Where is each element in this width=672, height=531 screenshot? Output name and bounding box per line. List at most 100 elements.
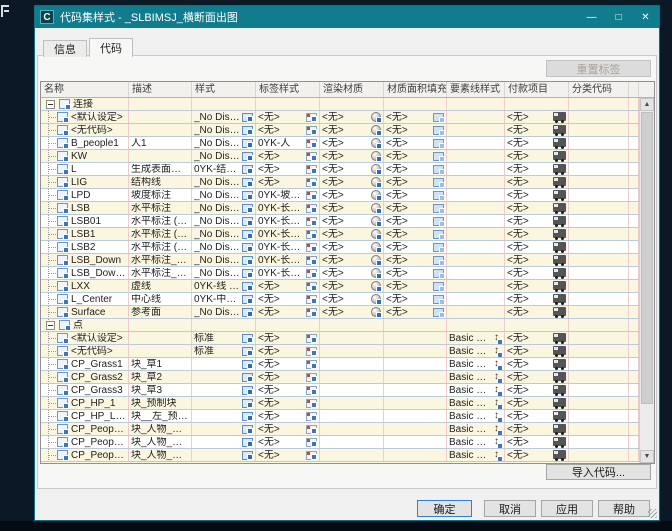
cell-material-fill[interactable] <box>384 397 447 409</box>
cell-label-style[interactable] <box>256 319 320 331</box>
cell-description[interactable]: 水平标注 (引... <box>129 215 192 227</box>
cell-render-material[interactable]: <无> <box>320 280 384 292</box>
cell-classification[interactable] <box>569 189 629 201</box>
cell-label-style[interactable]: 0YK-长度标... <box>256 241 320 253</box>
column-header[interactable]: 付款项目 <box>505 82 569 97</box>
cell-material-fill[interactable] <box>384 371 447 383</box>
cell-name[interactable]: <无代码> <box>41 345 129 357</box>
cell-name[interactable]: CP_Grass2 <box>41 371 129 383</box>
cell-render-material[interactable] <box>320 436 384 448</box>
cell-classification[interactable] <box>569 293 629 305</box>
cell-material-fill[interactable] <box>384 410 447 422</box>
cell-material-fill[interactable]: <无> <box>384 215 447 227</box>
cell-feature-line[interactable] <box>447 202 505 214</box>
cell-name[interactable]: 点 <box>41 319 129 331</box>
cell-render-material[interactable]: <无> <box>320 124 384 136</box>
cell-classification[interactable] <box>569 202 629 214</box>
cell-style[interactable] <box>192 98 256 110</box>
cell-classification[interactable] <box>569 397 629 409</box>
cell-pay-item[interactable]: <无> <box>505 267 569 279</box>
cell-feature-line[interactable] <box>447 215 505 227</box>
cell-classification[interactable] <box>569 163 629 175</box>
cell-name[interactable]: L <box>41 163 129 175</box>
cell-description[interactable]: 虚线 <box>129 280 192 292</box>
cell-material-fill[interactable]: <无> <box>384 189 447 201</box>
cell-material-fill[interactable]: <无> <box>384 280 447 292</box>
cell-description[interactable]: 结构线 <box>129 176 192 188</box>
cell-classification[interactable] <box>569 410 629 422</box>
cell-description[interactable]: 块_人物_一人 <box>129 423 192 435</box>
column-header[interactable]: 描述 <box>129 82 192 97</box>
cell-feature-line[interactable]: Basic Featu...↕ <box>447 345 505 357</box>
cell-description[interactable]: 块_预制块 <box>129 397 192 409</box>
resize-grip[interactable] <box>648 509 657 518</box>
cell-style[interactable]: _No Display <box>192 111 256 123</box>
cell-description[interactable]: 水平标注 <box>129 202 192 214</box>
cell-label-style[interactable]: 0YK-长度标... <box>256 267 320 279</box>
cell-render-material[interactable] <box>320 332 384 344</box>
cell-classification[interactable] <box>569 345 629 357</box>
cell-render-material[interactable] <box>320 358 384 370</box>
cell-name[interactable]: <默认设定> <box>41 332 129 344</box>
cell-name[interactable]: CP_Grass3 <box>41 384 129 396</box>
cell-label-style[interactable]: <无> <box>256 397 320 409</box>
cell-style[interactable]: _No Display <box>192 267 256 279</box>
cell-label-style[interactable]: <无> <box>256 293 320 305</box>
cell-style[interactable] <box>192 397 256 409</box>
tab-codes[interactable]: 代码 <box>89 38 133 57</box>
reset-labels-button[interactable]: 重置标签 <box>546 60 651 77</box>
cell-label-style[interactable]: 0YK-长度标... <box>256 228 320 240</box>
cell-name[interactable]: LSB <box>41 202 129 214</box>
cell-render-material[interactable] <box>320 449 384 461</box>
cell-description[interactable]: 生成表面曲面 <box>129 163 192 175</box>
cell-description[interactable]: 块_草1 <box>129 358 192 370</box>
cell-label-style[interactable]: <无> <box>256 410 320 422</box>
cell-name[interactable]: CP_People_1 <box>41 423 129 435</box>
cell-pay-item[interactable]: <无> <box>505 280 569 292</box>
cell-pay-item[interactable]: <无> <box>505 202 569 214</box>
cell-description[interactable]: 坡度标注 <box>129 189 192 201</box>
cell-name[interactable]: LSB_Down <box>41 254 129 266</box>
cell-name[interactable]: <默认设定> <box>41 111 129 123</box>
cell-name[interactable]: L_Center <box>41 293 129 305</box>
cell-classification[interactable] <box>569 280 629 292</box>
cell-label-style[interactable]: <无> <box>256 384 320 396</box>
cell-style[interactable]: _No Display <box>192 189 256 201</box>
cell-name[interactable]: B_people1 <box>41 137 129 149</box>
cell-material-fill[interactable]: <无> <box>384 137 447 149</box>
cell-material-fill[interactable]: <无> <box>384 111 447 123</box>
cell-render-material[interactable]: <无> <box>320 241 384 253</box>
close-icon[interactable]: ✕ <box>632 6 659 28</box>
cell-style[interactable]: _No Display <box>192 241 256 253</box>
cell-classification[interactable] <box>569 384 629 396</box>
cell-name[interactable]: Surface <box>41 306 129 318</box>
cell-pay-item[interactable]: <无> <box>505 345 569 357</box>
cell-style[interactable] <box>192 371 256 383</box>
scroll-down-icon[interactable]: ▼ <box>640 450 654 463</box>
cell-material-fill[interactable] <box>384 332 447 344</box>
cell-name[interactable]: LSB_Down_Left <box>41 267 129 279</box>
cancel-button[interactable]: 取消 <box>484 500 536 517</box>
cell-pay-item[interactable]: <无> <box>505 137 569 149</box>
cell-name[interactable]: LXX <box>41 280 129 292</box>
cell-description[interactable]: 参考面 <box>129 306 192 318</box>
cell-feature-line[interactable]: Basic Featu...↕ <box>447 449 505 461</box>
ok-button[interactable]: 确定 <box>417 500 472 517</box>
cell-name[interactable]: LSB1 <box>41 228 129 240</box>
cell-feature-line[interactable]: Basic Featu...↕ <box>447 423 505 435</box>
cell-classification[interactable] <box>569 423 629 435</box>
cell-description[interactable] <box>129 150 192 162</box>
cell-pay-item[interactable]: <无> <box>505 228 569 240</box>
cell-pay-item[interactable]: <无> <box>505 410 569 422</box>
cell-render-material[interactable]: <无> <box>320 215 384 227</box>
cell-feature-line[interactable]: Basic Featu...↕ <box>447 384 505 396</box>
cell-style[interactable]: _No Display <box>192 176 256 188</box>
cell-label-style[interactable]: 0YK-长度标... <box>256 215 320 227</box>
cell-classification[interactable] <box>569 228 629 240</box>
cell-description[interactable]: 水平标注 (镜... <box>129 241 192 253</box>
cell-description[interactable] <box>129 345 192 357</box>
cell-description[interactable]: 人1 <box>129 137 192 149</box>
cell-render-material[interactable] <box>320 384 384 396</box>
cell-label-style[interactable]: <无> <box>256 449 320 461</box>
cell-material-fill[interactable] <box>384 449 447 461</box>
